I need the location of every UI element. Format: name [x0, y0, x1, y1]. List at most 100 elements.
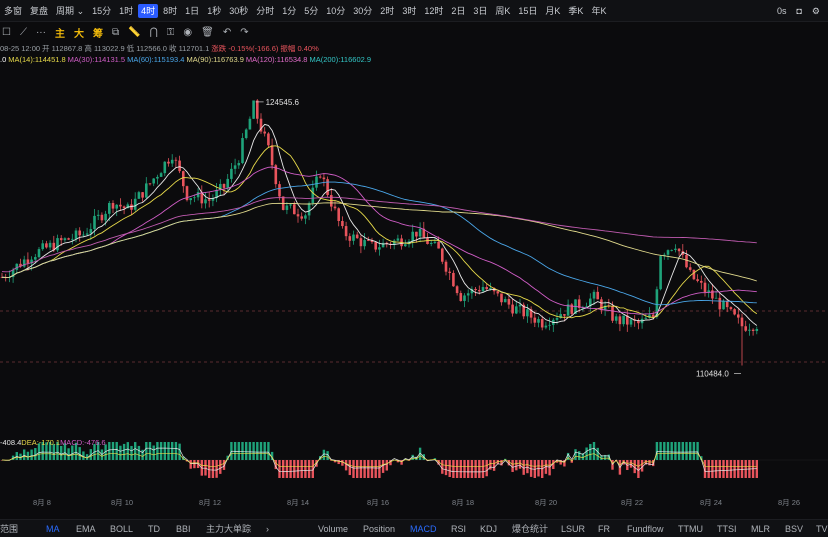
candle-body — [611, 306, 614, 321]
indicator-left-2[interactable]: EMA — [76, 524, 96, 534]
indicator-right-13[interactable]: TV — [816, 524, 828, 534]
candle-body — [133, 198, 137, 210]
indicator-left-1[interactable]: MA — [46, 524, 60, 534]
indicator-right-6[interactable]: LSUR — [561, 524, 585, 534]
indicator-right-12[interactable]: BSV — [785, 524, 803, 534]
candle-body — [718, 297, 722, 310]
macd-bar — [726, 460, 729, 478]
macd-bar — [363, 460, 366, 478]
macd-bar — [467, 460, 470, 478]
chevron-right-icon[interactable]: › — [266, 524, 269, 534]
indicator-right-5[interactable]: 爆仓统计 — [512, 522, 548, 535]
interval-12h[interactable]: 12时 — [420, 0, 447, 22]
interval-5m[interactable]: 5分 — [300, 0, 322, 22]
interval-15d[interactable]: 15日 — [514, 0, 541, 22]
lock-icon[interactable]: ⚿ — [167, 27, 175, 38]
chip-distribution-button[interactable]: 筹 — [93, 25, 103, 40]
candle-body — [540, 319, 544, 328]
indicator-right-8[interactable]: Fundflow — [627, 524, 664, 534]
interval-year[interactable]: 年K — [587, 0, 610, 22]
redo-icon[interactable]: ↷ — [240, 27, 248, 38]
candle-body — [119, 204, 122, 207]
copy-icon[interactable]: ⧉ — [112, 27, 119, 38]
candle-body — [700, 280, 703, 283]
macd-bar — [526, 460, 529, 474]
indicator-left-5[interactable]: BBI — [176, 524, 191, 534]
indicator-right-9[interactable]: TTMU — [678, 524, 703, 534]
macd-bar — [267, 442, 270, 460]
magnet-icon[interactable]: ⋂ — [150, 27, 158, 38]
trendline-icon[interactable]: ⟋ — [20, 27, 27, 38]
candle-body — [478, 290, 481, 292]
candle-body — [722, 301, 725, 310]
indicator-left-4[interactable]: TD — [148, 524, 160, 534]
camera-icon[interactable]: ◘ — [796, 0, 801, 22]
more-tools-icon[interactable]: ··· — [36, 27, 46, 38]
candle-body — [359, 238, 363, 247]
interval-1w[interactable]: 周K — [491, 0, 514, 22]
interval-10m[interactable]: 10分 — [322, 0, 349, 22]
macd-value-2: MACD:-476.6 — [60, 438, 106, 447]
macd-bar — [511, 460, 514, 472]
indicator-right-1[interactable]: Position — [363, 524, 395, 534]
indicator-right-10[interactable]: TTSI — [717, 524, 737, 534]
interval-1mo[interactable]: 月K — [541, 0, 564, 22]
candle-body — [429, 242, 433, 244]
candle-body — [629, 319, 633, 325]
delete-icon[interactable]: 🗑 — [201, 27, 214, 38]
rectangle-icon[interactable]: ☐ — [2, 27, 11, 38]
interval-2d[interactable]: 2日 — [447, 0, 469, 22]
interval-1h[interactable]: 1时 — [115, 0, 137, 22]
multi-window-button[interactable]: 多窗 — [0, 0, 26, 22]
candle-body — [544, 325, 548, 328]
indicator-left-6[interactable]: 主力大单踪 — [206, 522, 251, 535]
indicator-right-7[interactable]: FR — [598, 524, 610, 534]
interval-quarter[interactable]: 季K — [564, 0, 587, 22]
candle-body — [71, 238, 74, 240]
candlestick-chart[interactable]: 124545.6 110484.0 8月 8 8月 10 8月 12 8月 14 8月 16… — [0, 42, 828, 520]
interval-30s[interactable]: 30秒 — [225, 0, 252, 22]
interval-2h[interactable]: 2时 — [376, 0, 398, 22]
interval-3h[interactable]: 3时 — [398, 0, 420, 22]
eye-icon[interactable]: ◉ — [183, 27, 192, 38]
period-dropdown[interactable]: 周期 ⌄ — [52, 0, 88, 22]
candle-body — [170, 159, 174, 164]
macd-bar — [463, 460, 466, 478]
candle-body — [122, 206, 126, 209]
undo-icon[interactable]: ↶ — [223, 27, 231, 38]
low-price-label: 110484.0 — [696, 370, 729, 379]
indicator-right-2[interactable]: MACD — [410, 524, 437, 534]
macd-bar — [245, 442, 248, 460]
interval-timeshare[interactable]: 分时 — [252, 0, 278, 22]
candle-body — [74, 230, 78, 239]
indicator-right-11[interactable]: MLR — [751, 524, 770, 534]
interval-4h[interactable]: 4时 — [138, 3, 159, 18]
candle-body — [455, 286, 459, 294]
settings-icon[interactable]: ⚙ — [812, 0, 820, 22]
candle-body — [659, 256, 662, 290]
ohlc-value-2: 高 113022.9 — [84, 44, 125, 53]
candle-body — [674, 248, 677, 250]
candle-body — [518, 304, 522, 307]
indicator-left-3[interactable]: BOLL — [110, 524, 133, 534]
interval-1d[interactable]: 1日 — [181, 0, 203, 22]
candle-body — [748, 329, 751, 331]
main-indicator-button[interactable]: 主 — [55, 25, 65, 40]
indicator-right-0[interactable]: Volume — [318, 524, 348, 534]
macd-bar — [71, 445, 74, 460]
interval-8h[interactable]: 8时 — [159, 0, 181, 22]
large-order-button[interactable]: 大 — [74, 25, 84, 40]
indicator-left-0[interactable]: 范围 — [0, 522, 18, 535]
interval-30m[interactable]: 30分 — [349, 0, 376, 22]
ohlc-value-5: 涨跌 -0.15%(-166.6) — [211, 44, 279, 53]
interval-1s[interactable]: 1秒 — [203, 0, 225, 22]
macd-bar — [478, 460, 481, 478]
interval-15m[interactable]: 15分 — [88, 0, 115, 22]
indicator-right-4[interactable]: KDJ — [480, 524, 497, 534]
macd-bar — [108, 442, 111, 460]
ruler-icon[interactable]: 📏 — [128, 27, 140, 38]
indicator-right-3[interactable]: RSI — [451, 524, 466, 534]
interval-1m[interactable]: 1分 — [278, 0, 300, 22]
replay-button[interactable]: 复盘 — [26, 0, 52, 22]
interval-3d[interactable]: 3日 — [469, 0, 491, 22]
